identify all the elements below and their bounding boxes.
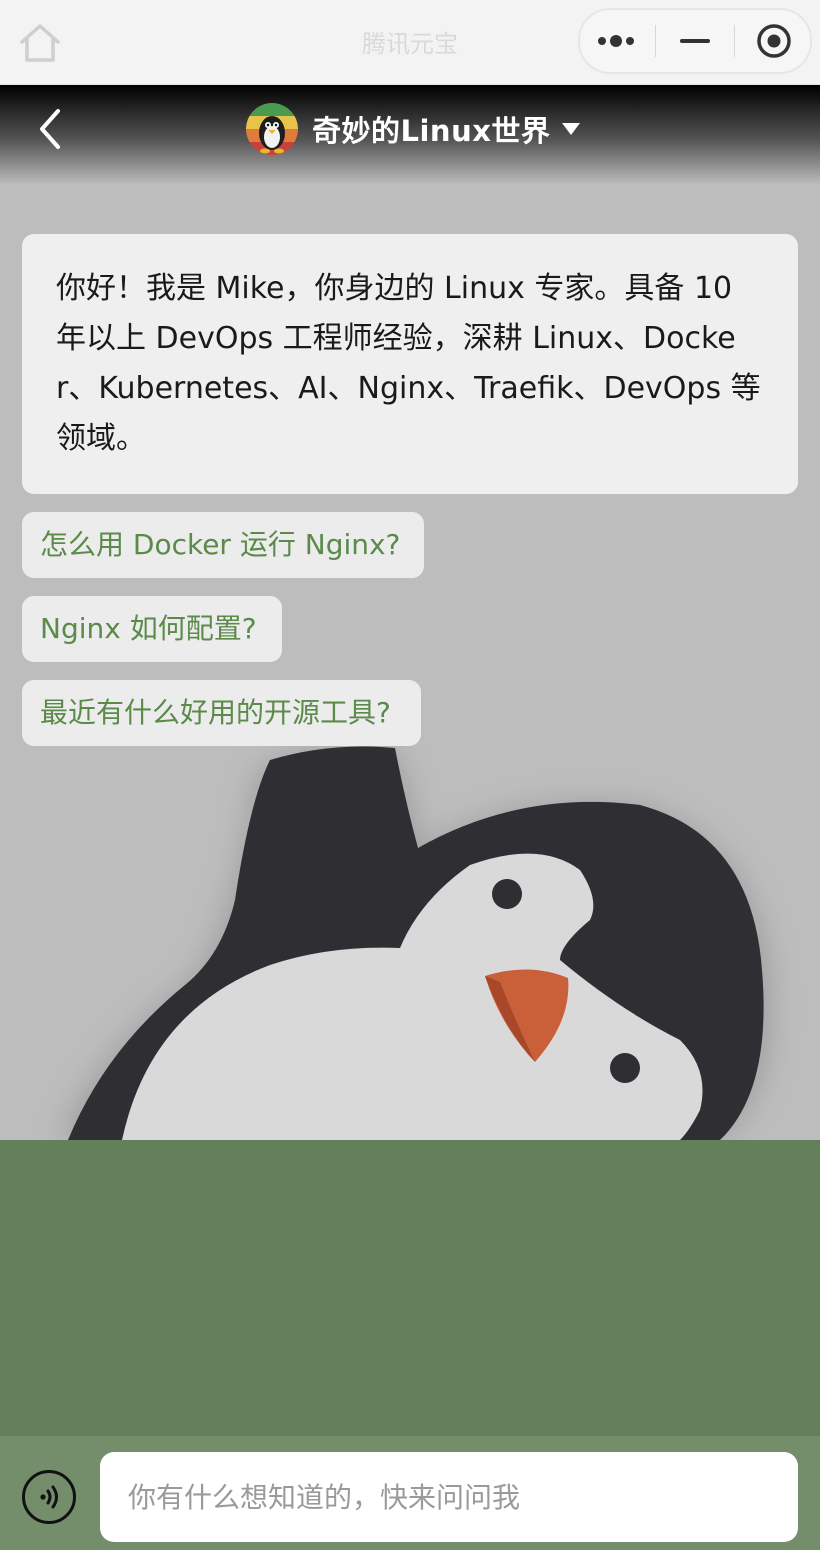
- back-icon: [40, 109, 60, 149]
- back-button[interactable]: [26, 101, 74, 157]
- message-input[interactable]: [126, 1479, 772, 1515]
- more-button[interactable]: [584, 13, 648, 69]
- ground-strip: [0, 1140, 820, 1436]
- capsule-menu: [578, 8, 812, 74]
- greeting-message: 你好！我是 Mike，你身边的 Linux 专家。具备 10 年以上 DevOp…: [22, 234, 798, 494]
- agent-title: 奇妙的Linux世界: [312, 114, 551, 148]
- penguin-eye: [610, 1053, 640, 1083]
- voice-input-button[interactable]: [22, 1470, 76, 1524]
- minimize-icon: [679, 39, 710, 43]
- suggestion-chip[interactable]: 怎么用 Docker 运行 Nginx?: [22, 512, 424, 578]
- caret-down-icon: [562, 123, 581, 135]
- minimize-button[interactable]: [663, 13, 727, 69]
- voice-icon: [40, 1485, 58, 1509]
- suggestion-chip[interactable]: Nginx 如何配置?: [22, 596, 282, 662]
- capsule-divider: [654, 25, 656, 57]
- suggestion-chip[interactable]: 最近有什么好用的开源工具?: [22, 680, 421, 746]
- home-button[interactable]: [16, 20, 64, 64]
- home-icon: [20, 24, 60, 62]
- input-bar: [0, 1436, 820, 1550]
- more-dots-icon: [597, 35, 634, 47]
- chat-header: 奇妙的Linux世界: [0, 85, 820, 185]
- penguin-eye: [492, 879, 522, 909]
- close-target-icon: [757, 24, 792, 58]
- message-input-container: [100, 1452, 798, 1542]
- mini-program-topbar: 腾讯元宝: [0, 0, 820, 85]
- capsule-divider: [734, 25, 736, 57]
- close-button[interactable]: [742, 13, 806, 69]
- agent-switcher[interactable]: 奇妙的Linux世界: [246, 103, 581, 155]
- tux-avatar: [246, 103, 298, 155]
